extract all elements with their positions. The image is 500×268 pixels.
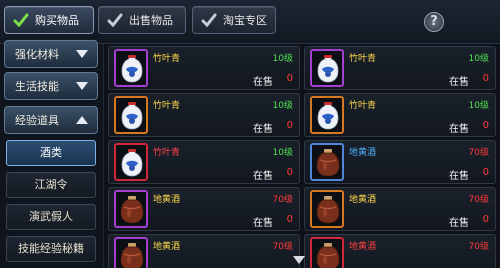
checkmark-icon (13, 13, 29, 28)
blue-porcelain-jar-icon (310, 49, 344, 87)
item-sale-status: 在售 (253, 77, 273, 88)
item-level: 10级 (468, 54, 489, 64)
clay-wine-jar-icon (114, 237, 148, 268)
item-card[interactable]: 竹叶青 10级在售 0 (304, 46, 496, 90)
checkmark-icon (107, 13, 123, 28)
item-name: 竹叶青 (349, 54, 377, 64)
clay-wine-jar-icon (310, 237, 344, 268)
help-icon[interactable]: ? (424, 12, 444, 32)
category-label: 经验道具 (15, 114, 59, 127)
tab-buy-items[interactable]: 购买物品 (4, 6, 94, 34)
item-card[interactable]: 竹叶青 10级在售 0 (108, 140, 300, 184)
item-card[interactable]: 地黄酒 70级在售 0 (304, 140, 496, 184)
top-bar: 购买物品 出售物品 淘宝专区 ? (0, 0, 500, 44)
item-sale-status: 在售 (253, 171, 273, 182)
item-level: 10级 (272, 54, 293, 64)
item-sale-status: 在售 (449, 218, 469, 229)
chevron-down-icon (76, 82, 88, 90)
item-count: 0 (482, 167, 489, 178)
item-sale-status: 在售 (449, 77, 469, 88)
blue-porcelain-jar-icon (114, 143, 148, 181)
blue-porcelain-jar-icon (114, 49, 148, 87)
item-name: 竹叶青 (153, 148, 181, 158)
item-name: 竹叶青 (349, 101, 377, 111)
item-card[interactable]: 地黄酒 70级在售 0 (108, 187, 300, 231)
item-level: 10级 (468, 101, 489, 111)
item-level: 70级 (468, 148, 489, 158)
category-label: 强化材料 (15, 48, 59, 61)
item-count: 0 (286, 73, 293, 84)
item-card[interactable]: 地黄酒 70级 (108, 234, 300, 268)
item-level: 10级 (272, 148, 293, 158)
item-card[interactable]: 地黄酒 70级 (304, 234, 496, 268)
item-count: 0 (482, 214, 489, 225)
item-name: 地黄酒 (349, 148, 377, 158)
blue-porcelain-jar-icon (114, 96, 148, 134)
chevron-up-icon (76, 116, 88, 124)
scroll-down-arrow-icon[interactable] (293, 256, 305, 264)
tab-sell-items[interactable]: 出售物品 (98, 6, 186, 34)
item-card[interactable]: 竹叶青 10级在售 0 (304, 93, 496, 137)
blue-porcelain-jar-icon (310, 96, 344, 134)
subcategory-wine[interactable]: 酒类 (6, 140, 96, 166)
item-card[interactable]: 竹叶青 10级在售 0 (108, 93, 300, 137)
item-name: 地黄酒 (153, 242, 181, 252)
category-life-skills[interactable]: 生活技能 (4, 72, 98, 100)
item-level: 70级 (468, 242, 489, 252)
item-name: 竹叶青 (153, 101, 181, 111)
item-level: 70级 (468, 195, 489, 205)
tab-label: 淘宝专区 (223, 14, 267, 27)
item-level: 70级 (272, 195, 293, 205)
item-card[interactable]: 竹叶青 10级在售 0 (108, 46, 300, 90)
category-exp-items[interactable]: 经验道具 (4, 106, 98, 134)
category-sidebar: 强化材料 生活技能 经验道具 酒类 江湖令 演武假人 技能经验秘籍 (0, 40, 104, 268)
clay-wine-jar-icon (114, 190, 148, 228)
subcategory-skill-exp-book[interactable]: 技能经验秘籍 (6, 236, 96, 262)
checkmark-icon (201, 13, 217, 28)
clay-wine-jar-icon (310, 143, 344, 181)
item-name: 地黄酒 (153, 195, 181, 205)
item-count: 0 (286, 120, 293, 131)
item-sale-status: 在售 (253, 218, 273, 229)
tab-taobao-zone[interactable]: 淘宝专区 (192, 6, 276, 34)
item-name: 地黄酒 (349, 242, 377, 252)
item-name: 竹叶青 (153, 54, 181, 64)
item-sale-status: 在售 (253, 124, 273, 135)
subcategory-jianghu-token[interactable]: 江湖令 (6, 172, 96, 198)
subcategory-training-dummy[interactable]: 演武假人 (6, 204, 96, 230)
clay-wine-jar-icon (310, 190, 344, 228)
item-count: 0 (482, 120, 489, 131)
item-card[interactable]: 地黄酒 70级在售 0 (304, 187, 496, 231)
item-sale-status: 在售 (449, 171, 469, 182)
tab-label: 出售物品 (129, 14, 173, 27)
category-label: 生活技能 (15, 80, 59, 93)
item-level: 70级 (272, 242, 293, 252)
item-count: 0 (286, 167, 293, 178)
item-level: 10级 (272, 101, 293, 111)
item-grid: 竹叶青 10级 在售 0 竹叶青 10级 在售 0 竹叶青 10级 在售 0 竹叶青 10级 在售 0 竹叶青 1… (106, 44, 500, 268)
item-name: 地黄酒 (349, 195, 377, 205)
item-count: 0 (482, 73, 489, 84)
tab-label: 购买物品 (35, 14, 79, 27)
item-count: 0 (286, 214, 293, 225)
item-sale-status: 在售 (449, 124, 469, 135)
category-enhance-materials[interactable]: 强化材料 (4, 40, 98, 68)
chevron-down-icon (76, 50, 88, 58)
